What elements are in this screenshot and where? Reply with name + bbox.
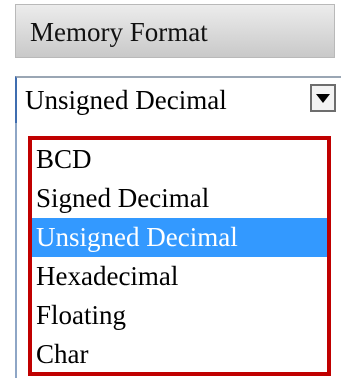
select-current-value: Unsigned Decimal (25, 85, 227, 115)
dropdown-arrow-icon[interactable] (310, 84, 336, 112)
option-char[interactable]: Char (32, 335, 327, 374)
memory-format-options-list[interactable]: BCD Signed Decimal Unsigned Decimal Hexa… (28, 136, 331, 376)
option-signed-decimal[interactable]: Signed Decimal (32, 179, 327, 218)
option-bcd[interactable]: BCD (32, 140, 327, 179)
memory-format-header: Memory Format (15, 4, 335, 58)
option-floating[interactable]: Floating (32, 296, 327, 335)
select-left-border (15, 123, 17, 378)
option-hexadecimal[interactable]: Hexadecimal (32, 257, 327, 296)
memory-format-select[interactable]: Unsigned Decimal (15, 76, 341, 123)
option-unsigned-decimal[interactable]: Unsigned Decimal (32, 218, 327, 257)
